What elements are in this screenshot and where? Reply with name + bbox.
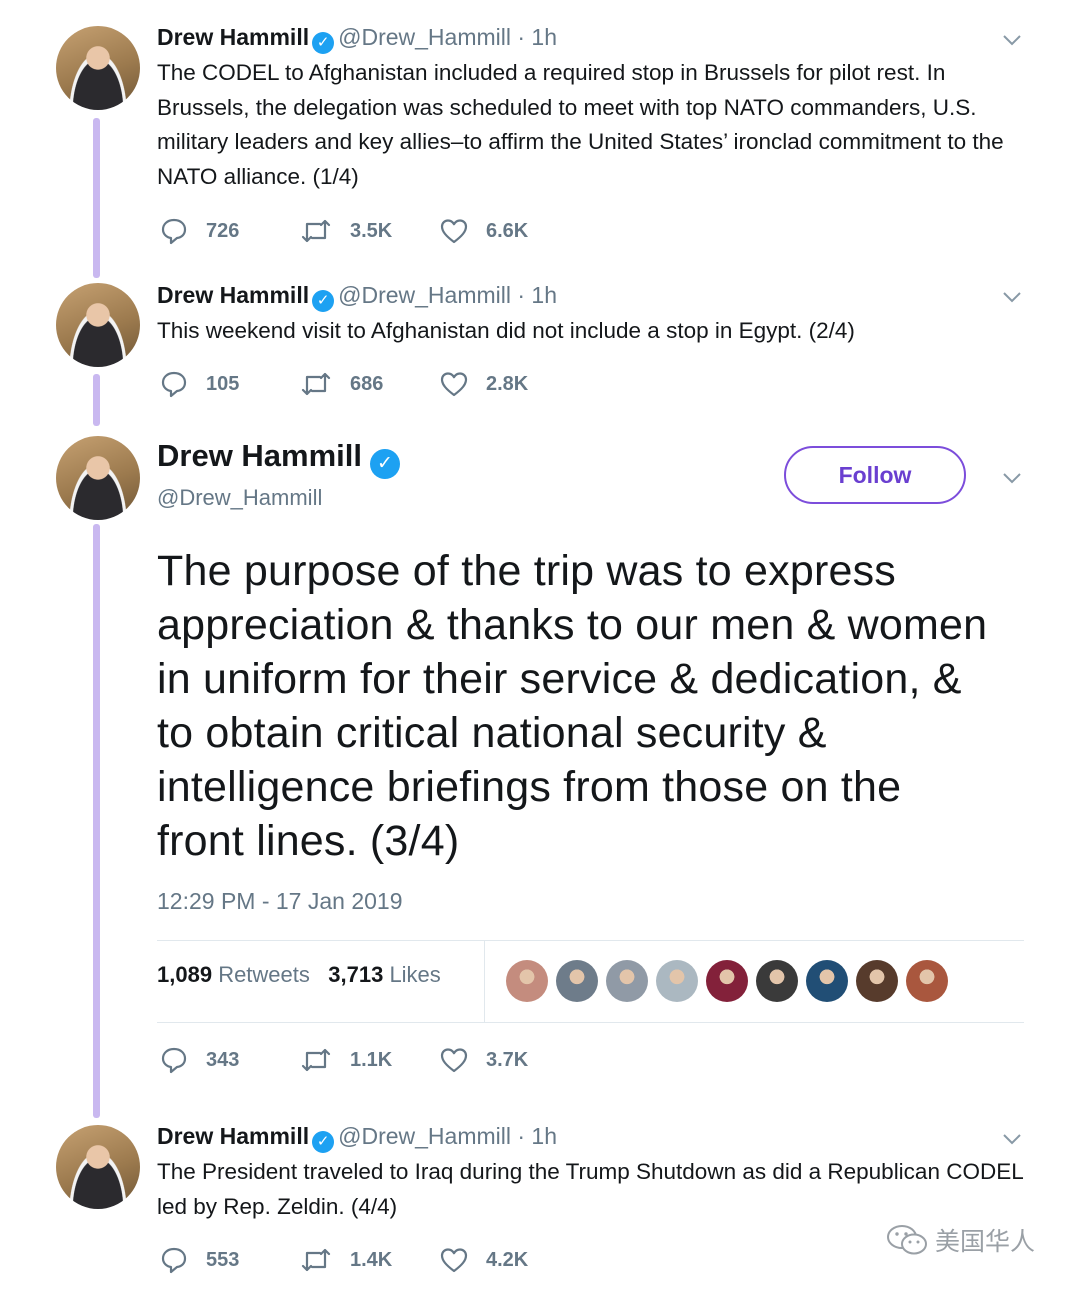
tweet-text: The President traveled to Iraq during th… bbox=[157, 1159, 1023, 1219]
tweet-1: Drew Hammill ✓ @Drew_Hammill · 1h The CODE… bbox=[157, 22, 1024, 194]
retweet-button[interactable]: 1.1K bbox=[300, 1046, 440, 1074]
retweet-icon bbox=[301, 1048, 331, 1072]
tweet-age[interactable]: · 1h bbox=[517, 24, 557, 50]
like-icon bbox=[440, 372, 468, 397]
like-count: 6.6K bbox=[486, 219, 529, 242]
reply-icon bbox=[161, 1047, 187, 1074]
reply-count: 343 bbox=[206, 1048, 240, 1071]
like-icon bbox=[440, 219, 468, 244]
liker-avatar[interactable] bbox=[806, 960, 848, 1002]
tweet-actions: 105 686 2.8K bbox=[160, 369, 580, 399]
tweet-actions: 726 3.5K 6.6K bbox=[160, 216, 580, 246]
like-icon bbox=[440, 1048, 468, 1073]
liker-avatar[interactable] bbox=[556, 960, 598, 1002]
like-count: 4.2K bbox=[486, 1248, 529, 1271]
retweet-count: 1.1K bbox=[350, 1048, 393, 1071]
reply-icon bbox=[161, 1247, 187, 1274]
chevron-down-icon[interactable] bbox=[1003, 472, 1021, 490]
watermark-text: 美国华人 bbox=[935, 1228, 1036, 1256]
tweet-timestamp[interactable]: 12:29 PM - 17 Jan 2019 bbox=[157, 888, 403, 915]
retweet-count: 1.4K bbox=[350, 1248, 393, 1271]
divider bbox=[157, 1022, 1024, 1023]
tweet-text: This weekend visit to Afghanistan did no… bbox=[157, 318, 855, 343]
retweet-button[interactable]: 1.4K bbox=[300, 1246, 440, 1274]
like-count: 3.7K bbox=[486, 1048, 529, 1071]
retweet-stats[interactable]: 1,089 Retweets bbox=[157, 962, 310, 987]
author-name[interactable]: Drew Hammill bbox=[157, 24, 309, 50]
tweet-4: Drew Hammill ✓ @Drew_Hammill · 1h The Pres… bbox=[157, 1121, 1024, 1224]
tweet-2: Drew Hammill ✓ @Drew_Hammill · 1h This wee… bbox=[157, 280, 1024, 349]
author-handle[interactable]: @Drew_Hammill bbox=[338, 24, 511, 50]
reply-button[interactable]: 726 bbox=[160, 217, 300, 245]
like-icon bbox=[440, 1248, 468, 1273]
liker-avatars bbox=[506, 960, 956, 1002]
tweet-text: The CODEL to Afghanistan included a requ… bbox=[157, 60, 1004, 189]
liker-avatar[interactable] bbox=[756, 960, 798, 1002]
chevron-down-icon[interactable] bbox=[1003, 1133, 1021, 1151]
reply-count: 553 bbox=[206, 1248, 240, 1271]
reply-icon bbox=[161, 218, 187, 245]
retweet-button[interactable]: 686 bbox=[300, 370, 440, 398]
like-button[interactable]: 4.2K bbox=[440, 1246, 580, 1274]
liker-avatar[interactable] bbox=[606, 960, 648, 1002]
reply-button[interactable]: 343 bbox=[160, 1046, 300, 1074]
thread-line bbox=[93, 374, 100, 426]
like-total: 3,713 bbox=[328, 962, 384, 987]
retweet-count: 686 bbox=[350, 372, 384, 395]
retweet-icon bbox=[301, 219, 331, 243]
reply-icon bbox=[161, 371, 187, 398]
author-handle[interactable]: @Drew_Hammill bbox=[338, 282, 511, 308]
avatar[interactable] bbox=[56, 26, 140, 110]
divider bbox=[157, 940, 1024, 941]
avatar[interactable] bbox=[56, 1125, 140, 1209]
reply-button[interactable]: 553 bbox=[160, 1246, 300, 1274]
thread-line bbox=[93, 524, 100, 1118]
chevron-down-icon[interactable] bbox=[1003, 291, 1021, 309]
thread-line bbox=[93, 118, 100, 278]
tweet-3-body: The purpose of the trip was to express a… bbox=[157, 544, 990, 868]
retweet-stats-label: Retweets bbox=[218, 962, 310, 987]
retweet-icon bbox=[301, 372, 331, 396]
liker-avatar[interactable] bbox=[856, 960, 898, 1002]
avatar[interactable] bbox=[56, 283, 140, 367]
author-name[interactable]: Drew Hammill bbox=[157, 1123, 309, 1149]
like-stats[interactable]: 3,713 Likes bbox=[328, 962, 441, 987]
like-button[interactable]: 2.8K bbox=[440, 370, 580, 398]
stats-separator bbox=[484, 940, 485, 1022]
retweet-count: 3.5K bbox=[350, 219, 393, 242]
retweet-icon bbox=[301, 1248, 331, 1272]
reply-count: 726 bbox=[206, 219, 240, 242]
verified-badge-icon: ✓ bbox=[312, 290, 335, 312]
retweet-button[interactable]: 3.5K bbox=[300, 217, 440, 245]
tweet-actions: 343 1.1K 3.7K bbox=[160, 1045, 580, 1075]
like-button[interactable]: 6.6K bbox=[440, 217, 580, 245]
verified-badge-icon: ✓ bbox=[312, 1131, 335, 1153]
like-button[interactable]: 3.7K bbox=[440, 1046, 580, 1074]
verified-badge-icon: ✓ bbox=[370, 449, 401, 479]
author-name[interactable]: Drew Hammill bbox=[157, 438, 362, 473]
like-stats-label: Likes bbox=[389, 962, 441, 987]
chevron-down-icon[interactable] bbox=[1003, 34, 1021, 52]
retweet-total: 1,089 bbox=[157, 962, 213, 987]
like-count: 2.8K bbox=[486, 372, 529, 395]
liker-avatar[interactable] bbox=[906, 960, 948, 1002]
author-name[interactable]: Drew Hammill bbox=[157, 282, 309, 308]
tweet-text: The purpose of the trip was to express a… bbox=[157, 547, 988, 865]
liker-avatar[interactable] bbox=[706, 960, 748, 1002]
wechat-icon bbox=[887, 1225, 927, 1255]
liker-avatar[interactable] bbox=[656, 960, 698, 1002]
tweet-age[interactable]: · 1h bbox=[517, 282, 557, 308]
avatar[interactable] bbox=[56, 436, 140, 520]
verified-badge-icon: ✓ bbox=[312, 32, 335, 54]
liker-avatar[interactable] bbox=[506, 960, 548, 1002]
tweet-actions: 553 1.4K 4.2K bbox=[160, 1245, 580, 1275]
reply-button[interactable]: 105 bbox=[160, 370, 300, 398]
engagement-stats: 1,089 Retweets 3,713 Likes bbox=[157, 962, 441, 988]
author-handle[interactable]: @Drew_Hammill bbox=[338, 1123, 511, 1149]
reply-count: 105 bbox=[206, 372, 240, 395]
watermark: 美国华人 bbox=[885, 1222, 1035, 1258]
follow-button[interactable]: Follow bbox=[784, 446, 966, 504]
tweet-age[interactable]: · 1h bbox=[517, 1123, 557, 1149]
